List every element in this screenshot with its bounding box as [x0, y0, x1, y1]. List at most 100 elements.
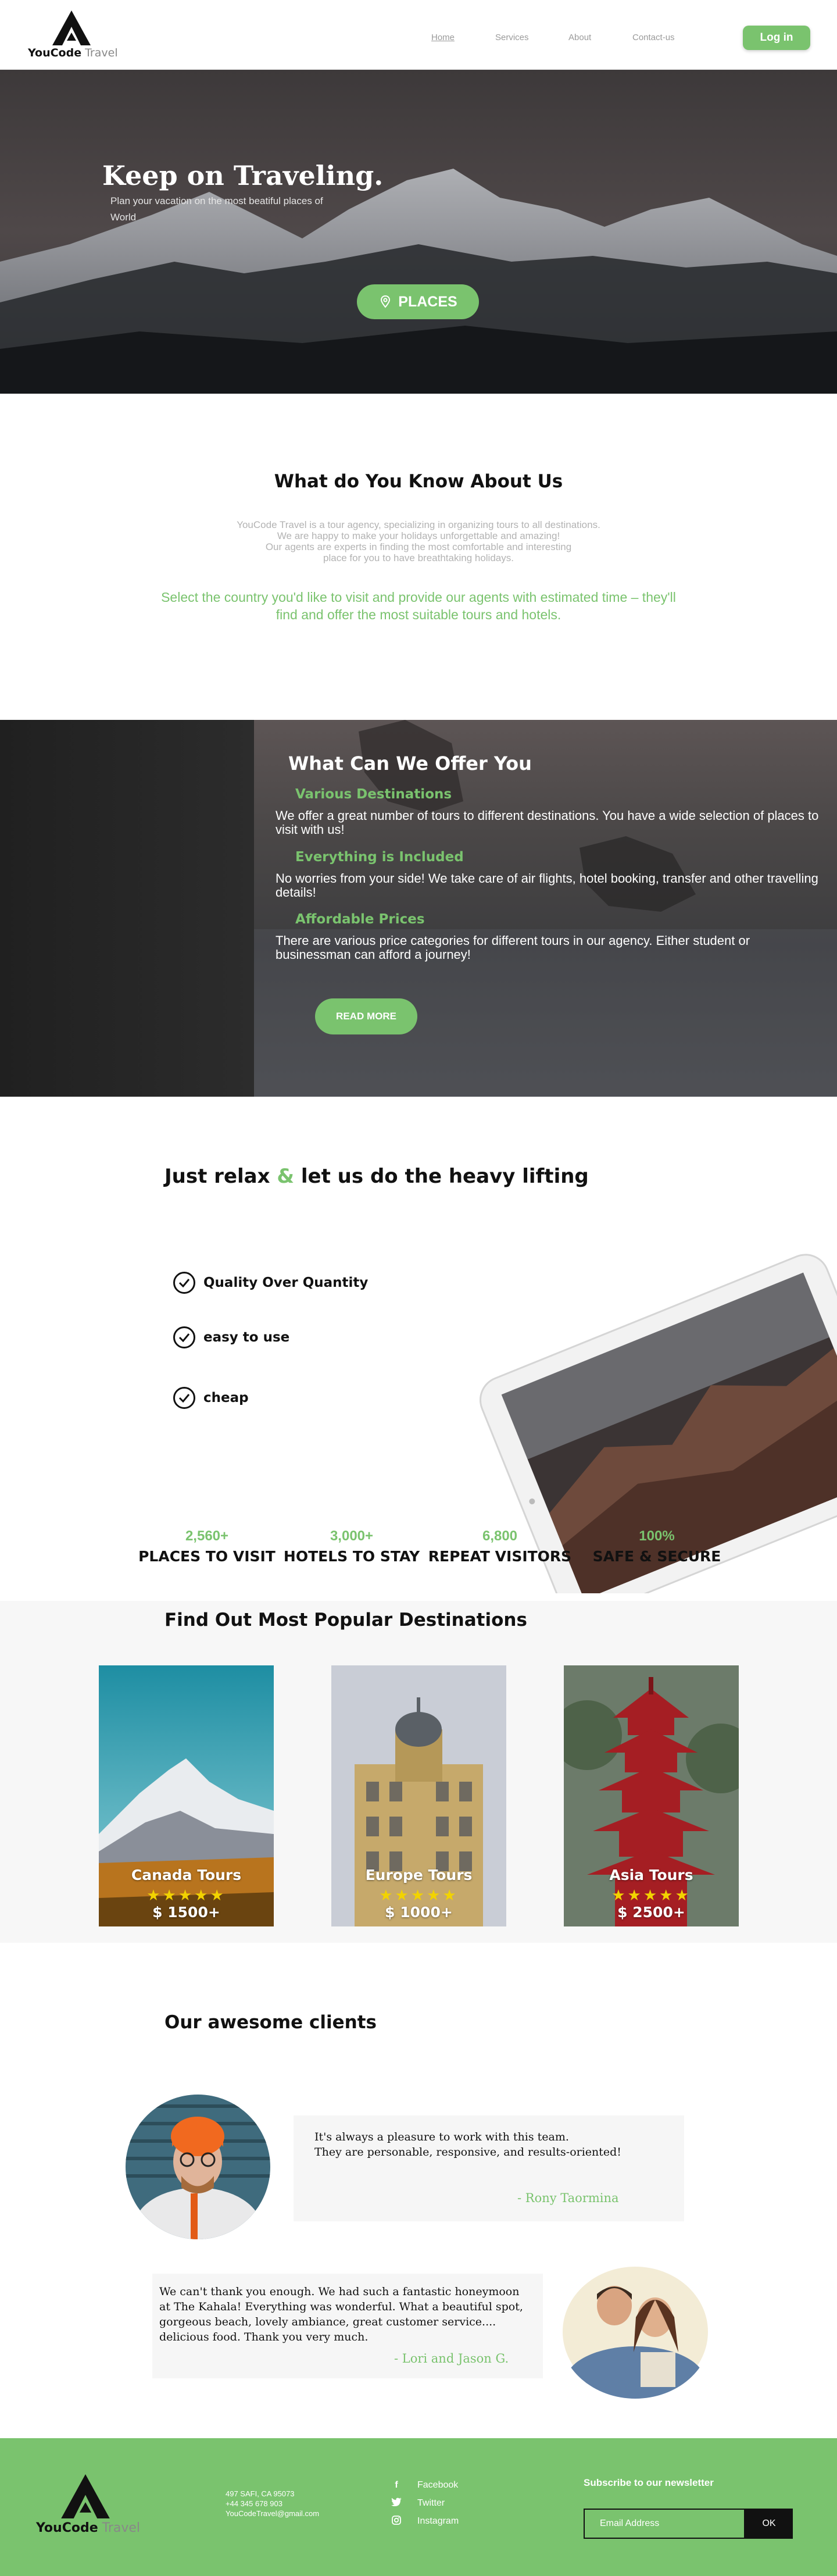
- footer-social-facebook[interactable]: f Facebook: [391, 2478, 484, 2492]
- testimonial-line: gorgeous beach, lovely ambiance, great c…: [159, 2315, 496, 2328]
- testimonial-line: at The Kahala! Everything was wonderful.…: [159, 2300, 523, 2313]
- destination-price: $ 1500+: [152, 1904, 220, 1921]
- destination-card-canada[interactable]: Canada Tours ★★★★★ $ 1500+: [99, 1665, 274, 1926]
- newsletter-email-input[interactable]: [584, 2509, 745, 2539]
- about-highlight: Select the country you'd like to visit a…: [161, 590, 676, 622]
- footer-brand-name: YouCode Travel: [36, 2521, 140, 2535]
- about-line: YouCode Travel is a tour agency, special…: [237, 519, 600, 530]
- about-line: Our agents are experts in finding the mo…: [265, 541, 572, 552]
- nav-links: Home Services About Contact-us: [0, 33, 837, 47]
- rating-stars: ★★★★★: [611, 1886, 691, 1904]
- facebook-icon: f: [395, 2480, 398, 2490]
- brand-name: YouCode Travel: [28, 47, 118, 59]
- login-button[interactable]: Log in: [743, 26, 810, 50]
- stat-value: 100%: [639, 1528, 675, 1544]
- relax-title-part2: let us do the heavy lifting: [294, 1165, 589, 1188]
- hero-mountains-image: [0, 70, 837, 394]
- footer-social-twitter[interactable]: Twitter: [391, 2496, 484, 2510]
- top-navbar: YouCode Travel Home Services About Conta…: [0, 0, 837, 70]
- relax-title: Just relax & let us do the heavy lifting: [164, 1165, 589, 1188]
- places-button[interactable]: PLACES: [357, 284, 479, 319]
- client-photo: [563, 2267, 708, 2399]
- offer-background-image: [254, 720, 837, 1097]
- client-avatar-rony: [126, 2095, 270, 2239]
- newsletter-title: Subscribe to our newsletter: [584, 2477, 714, 2488]
- hero-section: Keep on Traveling. Plan your vacation on…: [0, 70, 837, 394]
- location-pin-icon: [381, 295, 391, 308]
- testimonial-card: We can't thank you enough. We had such a…: [152, 2274, 543, 2378]
- testimonial-line: They are personable, responsive, and res…: [314, 2146, 621, 2158]
- destination-name: Canada Tours: [131, 1867, 242, 1883]
- nav-link-services[interactable]: Services: [495, 33, 529, 42]
- feature-item: cheap: [173, 1386, 249, 1410]
- footer-email-link[interactable]: YouCodeTravel@gmail.com: [226, 2509, 319, 2518]
- brand-name-sub: Travel: [81, 47, 118, 59]
- stat-hotels: 3,000+ HOTELS TO STAY: [276, 1528, 427, 1565]
- feature-item: Quality Over Quantity: [173, 1271, 368, 1294]
- testimonial-line: delicious food. Thank you very much.: [159, 2331, 369, 2343]
- testimonial-line: It's always a pleasure to work with this…: [314, 2131, 569, 2143]
- testimonial-text: It's always a pleasure to work with this…: [314, 2129, 621, 2160]
- offer-item-text: There are various price categories for d…: [276, 933, 750, 962]
- places-button-label: PLACES: [398, 293, 457, 310]
- client-avatar-couple: [559, 2265, 711, 2399]
- testimonial-author: - Lori and Jason G.: [394, 2352, 509, 2366]
- destination-name: Europe Tours: [365, 1867, 473, 1883]
- footer-social-instagram[interactable]: Instagram: [391, 2514, 484, 2528]
- social-label: Facebook: [417, 2480, 459, 2490]
- stat-value: 2,560+: [185, 1528, 229, 1544]
- about-title: What do You Know About Us: [274, 471, 563, 492]
- nav-link-about[interactable]: About: [568, 33, 591, 42]
- check-circle-icon: [173, 1272, 195, 1294]
- feature-label: easy to use: [203, 1330, 290, 1345]
- instagram-icon: [391, 2515, 402, 2528]
- offer-section: What Can We Offer You: [0, 720, 837, 1097]
- offer-title: What Can We Offer You: [288, 752, 532, 775]
- clients-title: Our awesome clients: [164, 2012, 377, 2033]
- relax-title-part1: Just relax: [164, 1165, 277, 1188]
- check-circle-icon: [173, 1326, 195, 1348]
- rating-stars: ★★★★★: [379, 1886, 459, 1904]
- offer-item-text: We offer a great number of tours to diff…: [276, 808, 819, 837]
- feature-label: Quality Over Quantity: [203, 1275, 369, 1290]
- popular-title: Find Out Most Popular Destinations: [164, 1610, 527, 1630]
- about-line: place for you to have breathtaking holid…: [323, 552, 514, 563]
- offer-dark-panel: [0, 720, 254, 1097]
- check-circle-icon: [173, 1387, 195, 1409]
- footer-brand-name-sub: Travel: [98, 2521, 141, 2535]
- stat-label: PLACES TO VISIT: [138, 1548, 276, 1565]
- feature-label: cheap: [203, 1390, 249, 1405]
- rating-stars: ★★★★★: [146, 1886, 226, 1904]
- stat-label: SAFE & SECURE: [592, 1548, 721, 1565]
- stat-label: REPEAT VISITORS: [428, 1548, 572, 1565]
- destination-card-europe[interactable]: Europe Tours ★★★★★ $ 1000+: [331, 1665, 506, 1926]
- destination-price: $ 1000+: [385, 1904, 453, 1921]
- brand-name-main: YouCode: [28, 47, 82, 59]
- social-label: Twitter: [417, 2498, 445, 2508]
- client-photo: [126, 2095, 270, 2239]
- twitter-icon: [391, 2497, 402, 2509]
- footer-brand-name-main: YouCode: [36, 2521, 98, 2535]
- nav-link-home[interactable]: Home: [431, 33, 455, 42]
- hero-title: Keep on Traveling.: [102, 160, 384, 191]
- stat-value: 6,800: [482, 1528, 518, 1544]
- stat-value: 3,000+: [330, 1528, 374, 1544]
- about-line: We are happy to make your holidays unfor…: [277, 530, 560, 541]
- testimonial-text: We can't thank you enough. We had such a…: [159, 2284, 523, 2345]
- newsletter-submit-button[interactable]: OK: [745, 2509, 793, 2539]
- offer-item-title: Everything is Included: [295, 850, 464, 865]
- nav-link-contact[interactable]: Contact-us: [632, 33, 675, 42]
- testimonial-card: It's always a pleasure to work with this…: [294, 2115, 684, 2221]
- footer-address: 497 SAFI, CA 95073: [226, 2489, 295, 2498]
- destination-card-asia[interactable]: Asia Tours ★★★★★ $ 2500+: [564, 1665, 739, 1926]
- read-more-button[interactable]: READ MORE: [315, 998, 417, 1034]
- footer-logo[interactable]: YouCode Travel: [36, 2474, 140, 2538]
- stat-label: HOTELS TO STAY: [283, 1548, 420, 1565]
- stat-places: 2,560+ PLACES TO VISIT: [131, 1528, 282, 1565]
- logo-mountain-icon: [61, 2474, 110, 2518]
- feature-item: easy to use: [173, 1326, 289, 1349]
- stat-safe: 100% SAFE & SECURE: [581, 1528, 732, 1565]
- footer-phone: +44 345 678 903: [226, 2499, 282, 2508]
- offer-item-text: No worries from your side! We take care …: [276, 871, 818, 900]
- testimonial-author: - Rony Taormina: [517, 2191, 619, 2205]
